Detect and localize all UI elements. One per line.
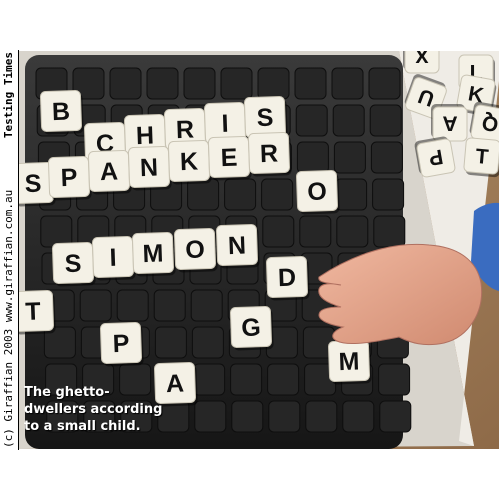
board-square <box>370 141 403 174</box>
board-square <box>154 326 187 359</box>
tile-letter: I <box>109 244 117 272</box>
board-square <box>379 400 412 433</box>
tile-letter: R <box>260 139 279 168</box>
board-square <box>194 400 227 433</box>
loose-tile: A <box>431 104 468 142</box>
tile-letter: G <box>241 313 261 342</box>
board-tile: A <box>87 149 132 195</box>
tile-letter: A <box>100 157 119 186</box>
tile-letter: M <box>142 239 164 268</box>
board-tile: O <box>295 169 340 215</box>
board-square <box>261 178 294 211</box>
caption-line-1: The ghetto- <box>24 385 110 400</box>
board-tile: P <box>47 155 92 201</box>
board-square <box>305 400 338 433</box>
board-tile: P <box>99 321 144 367</box>
tile-letter: S <box>256 104 274 133</box>
board-square <box>268 400 301 433</box>
board-square <box>193 363 226 396</box>
board-square <box>191 326 224 359</box>
board-square <box>79 289 112 322</box>
loose-tile: X <box>403 51 440 74</box>
tile-letter: A <box>442 112 457 135</box>
board-tile: E <box>207 135 252 181</box>
tile-letter: I <box>221 110 229 138</box>
board-tile: N <box>127 145 172 191</box>
tile-letter: P <box>112 330 130 359</box>
board-square <box>231 400 264 433</box>
board-square <box>153 289 186 322</box>
tile-letter: B <box>52 97 71 126</box>
board-tile: R <box>247 131 292 177</box>
tile-letter: R <box>176 115 195 144</box>
board-tile: G <box>229 305 274 351</box>
board-square <box>331 67 364 100</box>
tile-letter: N <box>140 153 159 182</box>
board-square <box>230 363 263 396</box>
loose-tile: P <box>414 136 456 178</box>
credit-text: (c) Giraffian 2003 www.giraffian.com.au <box>2 189 15 448</box>
tile-letter: M <box>338 347 360 376</box>
board-square <box>146 67 179 100</box>
strip-title: Testing Times <box>2 52 15 139</box>
board-tile: M <box>327 339 372 385</box>
board-tile: N <box>215 223 260 269</box>
board-square <box>335 178 368 211</box>
board-square <box>262 215 295 248</box>
board-square <box>267 363 300 396</box>
board-tile: D <box>265 255 310 301</box>
board-square <box>369 104 402 137</box>
tile-letter: T <box>25 298 41 327</box>
board-tile: O <box>173 227 218 273</box>
board-square <box>190 289 223 322</box>
board-tile: B <box>39 89 84 135</box>
board-square <box>372 178 405 211</box>
board-square <box>296 141 329 174</box>
caption: The ghetto- dwellers according to a smal… <box>24 384 184 435</box>
tile-letter: O <box>307 177 327 206</box>
board-tile: I <box>91 235 136 281</box>
board-square <box>336 215 369 248</box>
caption-line-3: to a small child. <box>24 419 141 434</box>
loose-tile: T <box>463 137 499 178</box>
board-square <box>332 104 365 137</box>
board-square <box>378 363 411 396</box>
tile-letter: X <box>415 51 429 67</box>
tile-letter: K <box>180 147 199 176</box>
caption-line-2: dwellers according <box>24 402 163 417</box>
board-square <box>294 67 327 100</box>
tile-letter: N <box>228 231 247 260</box>
board-square <box>368 67 401 100</box>
board-tile: K <box>167 139 212 185</box>
board-square <box>342 400 375 433</box>
tile-letter: O <box>185 235 205 264</box>
tile-letter: S <box>24 170 42 199</box>
board-square <box>224 178 257 211</box>
board-square <box>109 67 142 100</box>
board-tile: T <box>19 289 56 335</box>
board-tile: S <box>51 241 96 287</box>
tile-letter: S <box>64 250 82 279</box>
board-square <box>257 67 290 100</box>
tile-letter: H <box>136 121 155 150</box>
board-square <box>220 67 253 100</box>
tile-letter: E <box>220 144 238 173</box>
board-square <box>295 104 328 137</box>
sidebar-text: (c) Giraffian 2003 www.giraffian.com.au … <box>1 52 17 448</box>
tile-letter: T <box>475 145 490 169</box>
board-tile: M <box>131 231 176 277</box>
board-square <box>183 67 216 100</box>
tile-letter: D <box>278 263 297 292</box>
board-square <box>40 215 73 248</box>
board-square <box>333 141 366 174</box>
board-square <box>299 215 332 248</box>
tile-letter: P <box>60 164 78 193</box>
board-square <box>373 215 406 248</box>
board-square <box>116 289 149 322</box>
